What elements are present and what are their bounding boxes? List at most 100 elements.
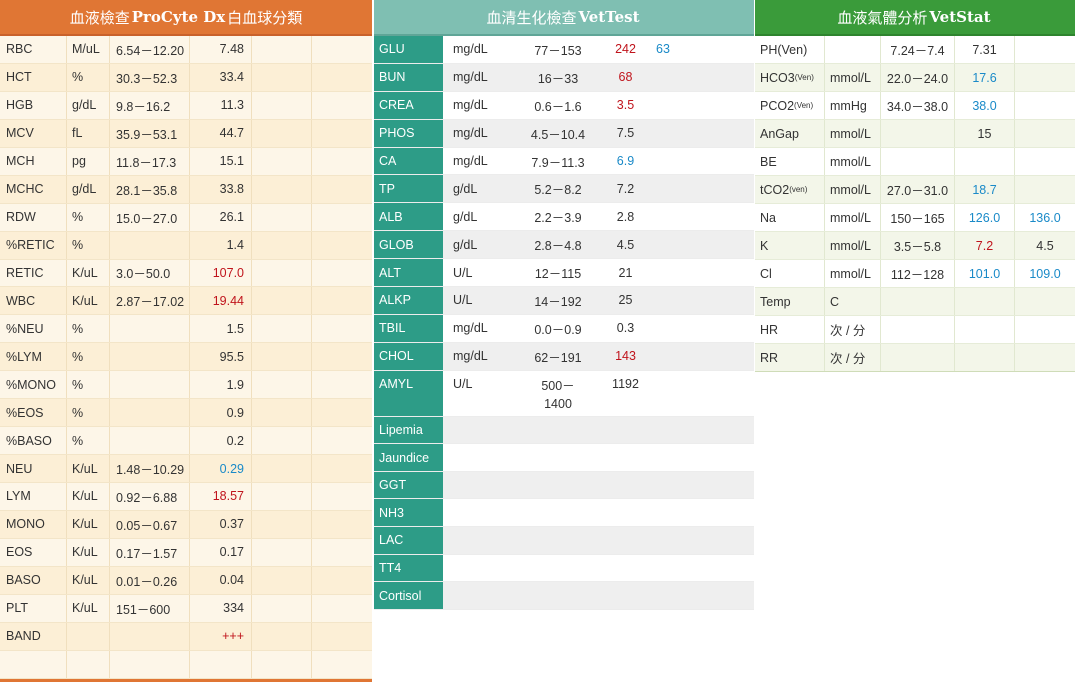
table-row: PH(Ven) 7.24－7.4 7.31 bbox=[755, 36, 1075, 64]
table-row: PCO2 (Ven) mmHg 34.0－38.0 38.0 bbox=[755, 92, 1075, 120]
test-unit: mg/dL bbox=[453, 154, 488, 168]
test-unit: K/uL bbox=[67, 259, 110, 287]
cbc-panel: 血液檢查 ProCyte Dx 白血球分類 RBC M/uL 6.54－12.20 7… bbox=[0, 0, 372, 682]
empty-cell bbox=[252, 91, 312, 119]
test-value: 18.57 bbox=[190, 483, 252, 510]
empty-cell bbox=[312, 455, 372, 482]
row-cells: mg/dL 0.6－1.6 3.5 bbox=[443, 91, 754, 119]
cbc-title-post: 白血球分類 bbox=[227, 8, 303, 27]
table-row: PHOS mg/dL 4.5－10.4 7.5 bbox=[374, 119, 754, 148]
test-name: %RETIC bbox=[0, 231, 67, 259]
test-unit: % bbox=[67, 231, 110, 259]
empty-cell bbox=[312, 36, 372, 63]
chem-header: 血清生化檢查 VetTest bbox=[374, 0, 754, 36]
test-value: 68 bbox=[618, 70, 633, 85]
test-unit: K/uL bbox=[67, 538, 110, 566]
table-row: RETIC K/uL 3.0－50.0 107.0 bbox=[0, 259, 372, 288]
test-value: 0.29 bbox=[190, 455, 252, 482]
test-unit: mmol/L bbox=[825, 148, 881, 175]
empty-cell bbox=[252, 427, 312, 455]
empty-cell bbox=[252, 287, 312, 315]
test-name: RETIC bbox=[0, 259, 67, 287]
table-row: Lipemia bbox=[374, 416, 754, 445]
test-name: LYM bbox=[0, 483, 67, 510]
empty-cell bbox=[312, 483, 372, 510]
test-value: 7.48 bbox=[190, 36, 252, 63]
empty-cell bbox=[252, 650, 312, 678]
test-value: 7.31 bbox=[955, 36, 1015, 63]
range-line-1: 500－ bbox=[541, 378, 575, 393]
test-unit: K/uL bbox=[67, 455, 110, 482]
empty-cell bbox=[312, 260, 372, 287]
reference-range bbox=[110, 399, 190, 427]
test-value: 33.4 bbox=[190, 63, 252, 91]
empty-cell bbox=[312, 343, 372, 370]
reference-range: 4.5－10.4 bbox=[530, 127, 586, 142]
row-cells: U/L 14－192 25 bbox=[443, 287, 754, 314]
test-value: 21 bbox=[618, 265, 633, 280]
gas-table: PH(Ven) 7.24－7.4 7.31 HCO3 (Ven) mmol/L 22.0－2… bbox=[755, 36, 1075, 372]
table-row: MONO K/uL 0.05－0.67 0.37 bbox=[0, 510, 372, 539]
test-name: PCO2 (Ven) bbox=[755, 92, 825, 119]
row-cells: mg/dL 0.0－0.9 0.3 bbox=[443, 314, 754, 342]
test-value: 0.3 bbox=[616, 321, 635, 336]
row-cells: mg/dL 4.5－10.4 7.5 bbox=[443, 119, 754, 147]
test-unit: mmol/L bbox=[825, 176, 881, 203]
test-unit: K/uL bbox=[67, 566, 110, 594]
test-unit: U/L bbox=[453, 265, 473, 280]
test-value: 25 bbox=[618, 293, 633, 308]
test-name: Lipemia bbox=[374, 416, 443, 444]
test-unit: K/uL bbox=[67, 594, 110, 622]
table-row: TBIL mg/dL 0.0－0.9 0.3 bbox=[374, 314, 754, 343]
test-name: K bbox=[755, 232, 825, 259]
test-name-text: PH(Ven) bbox=[760, 42, 808, 57]
test-name: %NEU bbox=[0, 315, 67, 343]
table-row: EOS K/uL 0.17－1.57 0.17 bbox=[0, 538, 372, 567]
test-value: 38.0 bbox=[955, 92, 1015, 119]
reference-range: 15.0－27.0 bbox=[110, 203, 190, 231]
reference-range: 0.92－6.88 bbox=[110, 483, 190, 510]
test-name-text: HCO3 bbox=[760, 70, 795, 85]
table-row: GGT bbox=[374, 471, 754, 500]
test-name-text: K bbox=[760, 238, 769, 253]
test-name-text: BE bbox=[760, 154, 777, 169]
chem-table: GLU mg/dL 77－153 242 63 BUN mg/dL 16－33 68 CREA mg… bbox=[374, 36, 754, 610]
test-name: RR bbox=[755, 344, 825, 371]
reference-range: 2.8－4.8 bbox=[534, 239, 582, 254]
test-name: PHOS bbox=[374, 119, 443, 147]
reference-range: 0.0－0.9 bbox=[534, 322, 582, 337]
cbc-title-pre: 血液檢查 bbox=[69, 8, 130, 27]
reference-range: 3.5－5.8 bbox=[881, 232, 955, 259]
table-row: MCV fL 35.9－53.1 44.7 bbox=[0, 119, 372, 148]
test-value: 143 bbox=[615, 349, 636, 364]
test-unit: mg/dL bbox=[453, 70, 488, 85]
test-unit: K/uL bbox=[67, 483, 110, 510]
empty-cell bbox=[252, 175, 312, 203]
empty-cell bbox=[252, 147, 312, 175]
empty-cell bbox=[252, 455, 312, 482]
test-name: AnGap bbox=[755, 120, 825, 147]
test-name: HGB bbox=[0, 91, 67, 119]
table-row: %RETIC% 1.4 bbox=[0, 231, 372, 260]
reference-range: 1.48－10.29 bbox=[110, 455, 190, 482]
test-name: tCO2 (ven) bbox=[755, 176, 825, 203]
empty-cell bbox=[312, 427, 372, 454]
empty-cell bbox=[252, 538, 312, 566]
test-value: 7.5 bbox=[616, 126, 635, 141]
cbc-table: RBC M/uL 6.54－12.20 7.48 HCT% 30.3－52.3 33.4 HG… bbox=[0, 36, 372, 679]
test-name-text: RR bbox=[760, 350, 779, 365]
empty-cell bbox=[312, 623, 372, 650]
table-row: HR 次 / 分 bbox=[755, 316, 1075, 344]
reference-range bbox=[110, 371, 190, 399]
table-row: TT4 bbox=[374, 554, 754, 583]
test-name: Na bbox=[755, 204, 825, 231]
table-row: %MONO% 1.9 bbox=[0, 371, 372, 400]
test-value: 0.2 bbox=[190, 427, 252, 455]
test-unit: U/L bbox=[453, 293, 473, 308]
reference-range: 12－115 bbox=[534, 267, 582, 282]
test-value: 334 bbox=[190, 594, 252, 622]
test-value: 0.37 bbox=[190, 510, 252, 538]
table-row: Cortisol bbox=[374, 582, 754, 610]
reference-range: 150－165 bbox=[881, 204, 955, 231]
test-unit: % bbox=[67, 63, 110, 91]
